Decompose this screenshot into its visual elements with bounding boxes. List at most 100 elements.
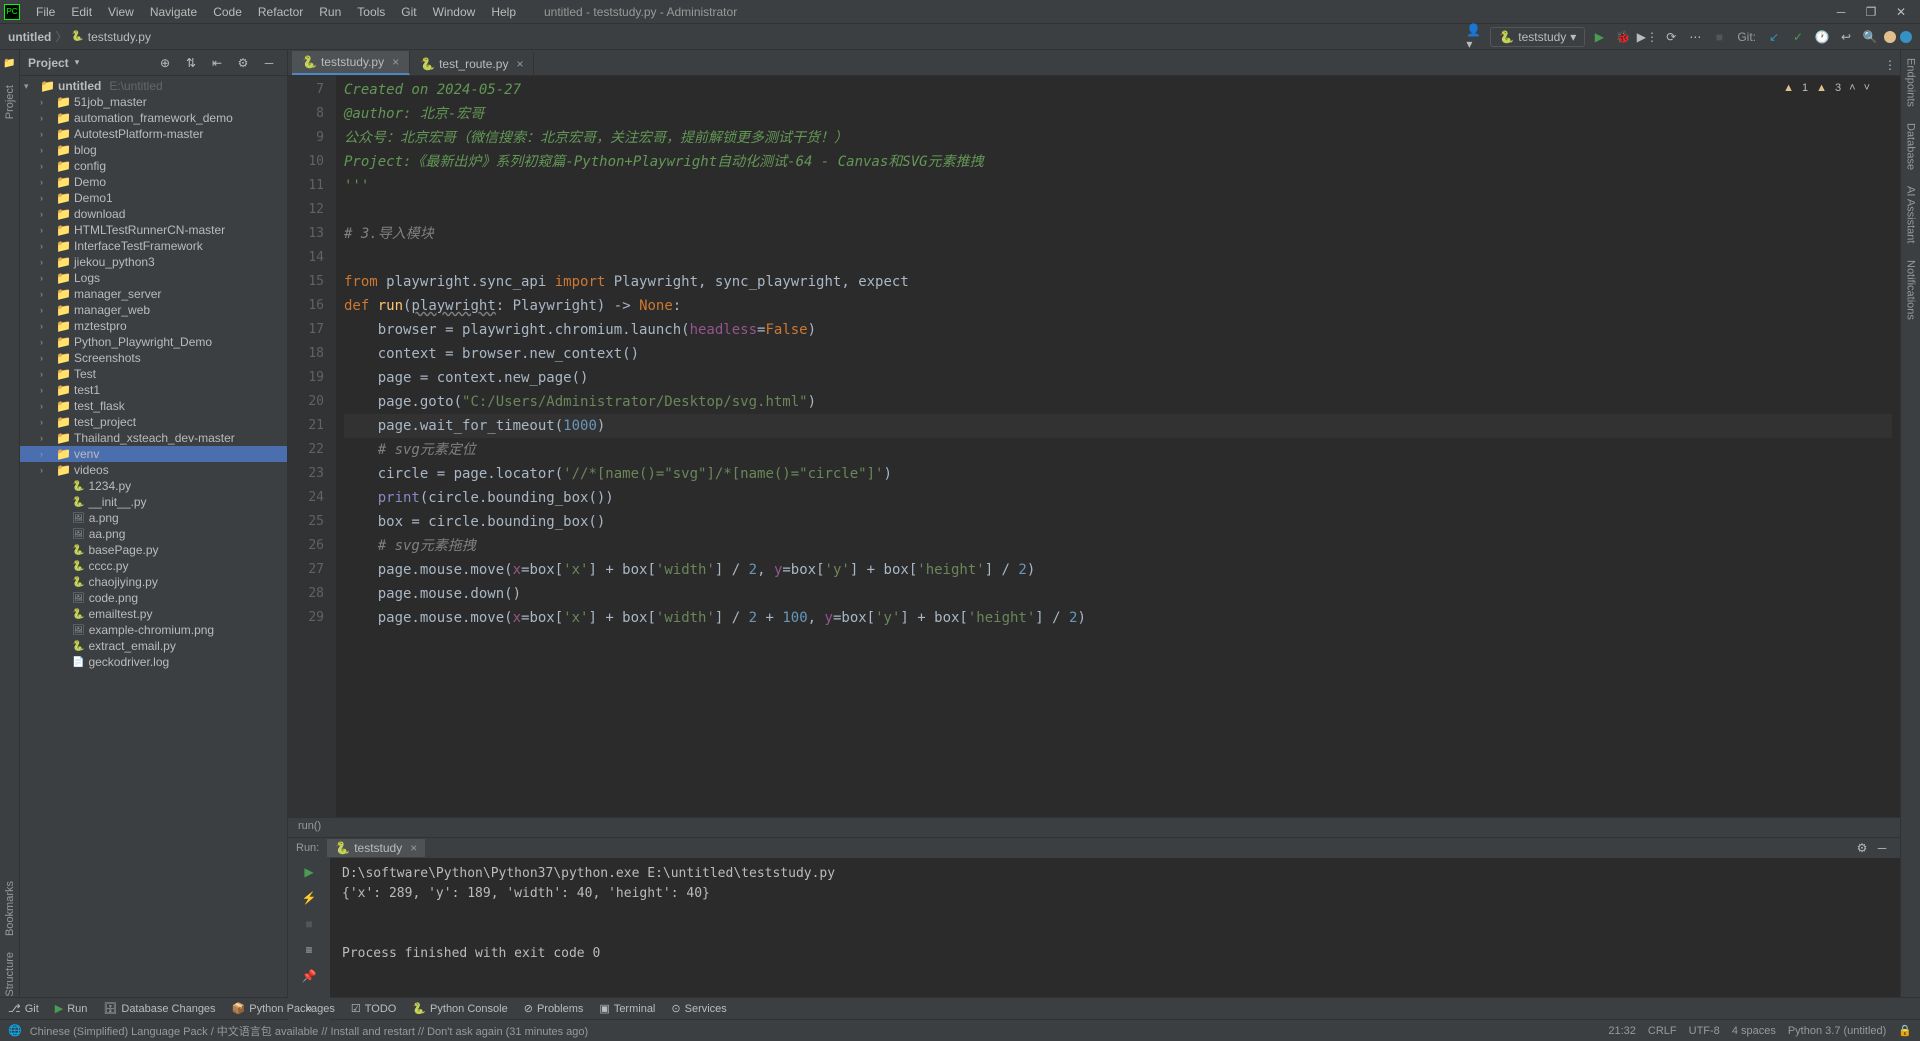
tree-file[interactable]: 🖼a.png [20,510,287,526]
hide-icon[interactable]: ─ [259,53,279,73]
debug-button[interactable]: 🐞 [1613,27,1633,47]
tree-folder[interactable]: ›📁test_flask [20,398,287,414]
bookmarks-tool-label[interactable]: Bookmarks [4,881,16,936]
chevron-up-icon[interactable]: ˄ [1849,82,1855,94]
git-commit-icon[interactable]: ✓ [1788,27,1808,47]
tree-folder[interactable]: ›📁manager_web [20,302,287,318]
coverage-button[interactable]: ▶⋮ [1637,27,1657,47]
tree-folder[interactable]: ›📁config [20,158,287,174]
run-button[interactable]: ▶ [1589,27,1609,47]
search-icon[interactable]: 🔍 [1860,27,1880,47]
menu-git[interactable]: Git [393,3,424,21]
close-icon[interactable]: × [410,841,417,855]
rerun-button[interactable]: ▶ [299,862,319,882]
status-message[interactable]: Chinese (Simplified) Language Pack / 中文语… [30,1023,588,1039]
chevron-down-icon[interactable]: ˅ [1864,82,1870,94]
git-rollback-icon[interactable]: ↩ [1836,27,1856,47]
todo-tool-button[interactable]: ☑TODO [351,1002,396,1015]
tree-folder[interactable]: ›📁HTMLTestRunnerCN-master [20,222,287,238]
line-separator[interactable]: CRLF [1648,1025,1677,1037]
notifications-tool-label[interactable]: Notifications [1905,260,1917,320]
tree-file[interactable]: 🐍__init__.py [20,494,287,510]
tree-folder[interactable]: ›📁Thailand_xsteach_dev-master [20,430,287,446]
tree-file[interactable]: 🖼aa.png [20,526,287,542]
layout-button[interactable]: ≡ [299,940,319,960]
tree-folder[interactable]: ›📁mztestpro [20,318,287,334]
tree-folder[interactable]: ›📁venv [20,446,287,462]
stop-button[interactable]: ■ [299,914,319,934]
collapse-icon[interactable]: ⇤ [207,53,227,73]
git-update-icon[interactable]: ↙ [1764,27,1784,47]
menu-view[interactable]: View [100,3,142,21]
badge-yellow[interactable] [1884,31,1896,43]
tree-file[interactable]: 🐍emailtest.py [20,606,287,622]
tree-file[interactable]: 🐍1234.py [20,478,287,494]
project-tool-icon[interactable]: 📁 [3,58,15,69]
code-area[interactable]: Created on 2024-05-27@author: 北京-宏哥公众号：北… [336,76,1900,817]
run-tool-button[interactable]: ▶Run [55,1002,88,1015]
minimize-button[interactable]: ─ [1834,5,1848,19]
breadcrumb-root[interactable]: untitled [8,30,51,44]
more-tabs-icon[interactable]: ⋮ [1880,55,1900,75]
lock-icon[interactable]: 🔒 [1898,1024,1912,1037]
tree-folder[interactable]: ›📁manager_server [20,286,287,302]
run-settings-button[interactable]: ⚡ [299,888,319,908]
stop-button[interactable]: ■ [1709,27,1729,47]
tree-folder[interactable]: ›📁InterfaceTestFramework [20,238,287,254]
profile-button[interactable]: ⟳ [1661,27,1681,47]
run-tab[interactable]: 🐍 teststudy × [327,839,425,857]
menu-tools[interactable]: Tools [349,3,393,21]
tab-teststudy[interactable]: 🐍 teststudy.py × [292,51,410,75]
endpoints-tool-label[interactable]: Endpoints [1905,58,1917,107]
run-configuration[interactable]: 🐍 teststudy ▾ [1490,27,1585,47]
interpreter[interactable]: Python 3.7 (untitled) [1788,1025,1886,1037]
tree-root[interactable]: ▾📁untitledE:\untitled [20,78,287,94]
more-run-button[interactable]: ⋯ [1685,27,1705,47]
chevron-down-icon[interactable]: ▾ [75,57,80,68]
menu-window[interactable]: Window [425,3,484,21]
editor-problems-indicator[interactable]: ▲1 ▲3 ˄ ˅ [1783,82,1870,94]
tree-folder[interactable]: ›📁blog [20,142,287,158]
menu-help[interactable]: Help [483,3,524,21]
gear-icon[interactable]: ⚙ [233,53,253,73]
services-tool-button[interactable]: ⊙Services [671,1002,726,1015]
breadcrumb-file[interactable]: teststudy.py [88,30,151,44]
editor-breadcrumb[interactable]: run() [288,817,1900,837]
git-history-icon[interactable]: 🕐 [1812,27,1832,47]
tree-folder[interactable]: ›📁AutotestPlatform-master [20,126,287,142]
tree-folder[interactable]: ›📁Test [20,366,287,382]
add-user-icon[interactable]: 👤▾ [1466,27,1486,47]
structure-tool-label[interactable]: Structure [4,952,16,997]
terminal-tool-button[interactable]: ▣Terminal [599,1002,655,1015]
tree-folder[interactable]: ›📁Logs [20,270,287,286]
editor-content[interactable]: 7891011121314151617181920212223242526272… [288,76,1900,817]
close-icon[interactable]: × [392,55,399,69]
pkg-tool-button[interactable]: 📦Python Packages [232,1002,335,1015]
tab-test-route[interactable]: 🐍 test_route.py × [410,53,534,75]
close-icon[interactable]: × [516,57,523,71]
target-icon[interactable]: ⊕ [155,53,175,73]
expand-icon[interactable]: ⇅ [181,53,201,73]
maximize-button[interactable]: ❐ [1864,5,1878,19]
menu-edit[interactable]: Edit [63,3,100,21]
indent[interactable]: 4 spaces [1732,1025,1776,1037]
tree-folder[interactable]: ›📁automation_framework_demo [20,110,287,126]
console-tool-button[interactable]: 🐍Python Console [412,1002,507,1015]
menu-run[interactable]: Run [311,3,349,21]
tree-file[interactable]: 🐍basePage.py [20,542,287,558]
menu-navigate[interactable]: Navigate [142,3,205,21]
tree-folder[interactable]: ›📁jiekou_python3 [20,254,287,270]
tree-file[interactable]: 🖼example-chromium.png [20,622,287,638]
tree-folder[interactable]: ›📁videos [20,462,287,478]
tree-folder[interactable]: ›📁Demo1 [20,190,287,206]
tree-folder[interactable]: ›📁test_project [20,414,287,430]
cursor-position[interactable]: 21:32 [1608,1025,1636,1037]
project-tool-label[interactable]: Project [4,85,16,119]
project-tree[interactable]: ▾📁untitledE:\untitled›📁51job_master›📁aut… [20,76,287,997]
tree-folder[interactable]: ›📁Screenshots [20,350,287,366]
tree-folder[interactable]: ›📁51job_master [20,94,287,110]
menu-file[interactable]: File [28,3,63,21]
tree-folder[interactable]: ›📁test1 [20,382,287,398]
ai-assistant-tool-label[interactable]: AI Assistant [1905,186,1917,243]
close-button[interactable]: ✕ [1894,5,1908,19]
